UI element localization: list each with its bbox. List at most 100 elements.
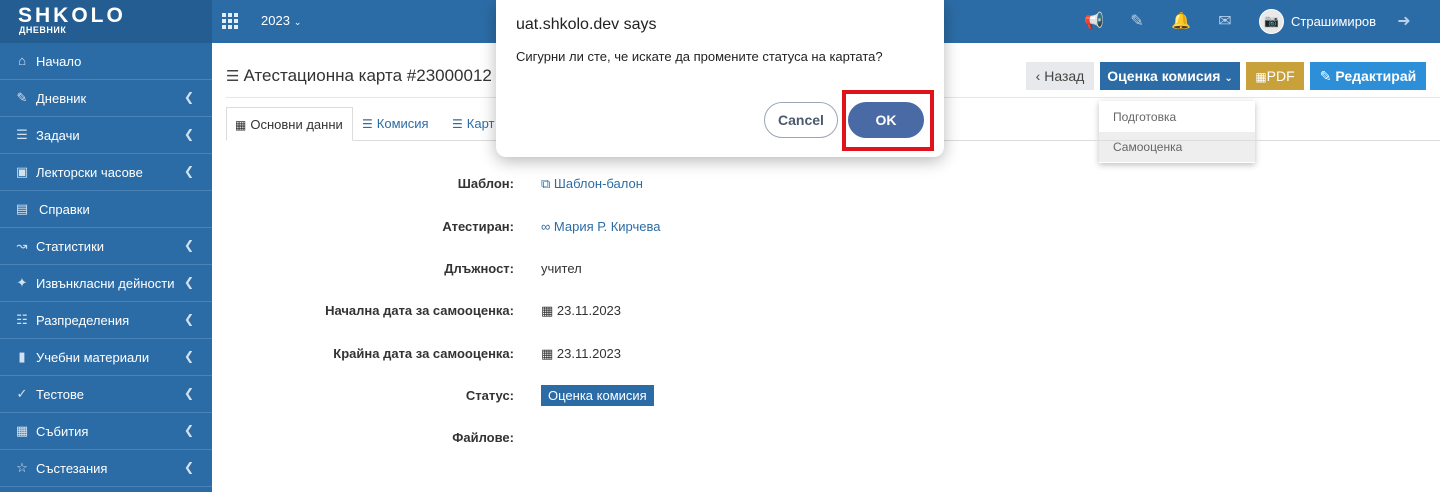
books-icon: ▮ — [18, 349, 26, 364]
end-date-value: 23.11.2023 — [556, 346, 622, 361]
status-badge: Оценка комисия — [541, 385, 654, 406]
chevron-left-icon: ‹ — [1035, 68, 1041, 84]
dialog-title: uat.shkolo.dev says — [516, 16, 657, 33]
list-icon: ☰ — [226, 68, 240, 85]
dropdown-item-self-assessment[interactable]: Самооценка — [1099, 132, 1255, 162]
sidebar-item-extracurricular[interactable]: ✦ Извънкласни дейности ❮ — [0, 265, 212, 302]
pdf-button[interactable]: ▦PDF — [1246, 62, 1304, 90]
page-title: ☰ Атестационна карта #23000012 — [226, 66, 492, 86]
chevron-left-icon: ❮ — [183, 275, 194, 289]
chevron-left-icon: ❮ — [183, 349, 194, 363]
edit-button-label: Редактирай — [1335, 68, 1417, 84]
megaphone-icon[interactable]: 📢 — [1083, 11, 1105, 33]
sidebar-item-label: Статистики — [36, 239, 105, 254]
chevron-left-icon: ❮ — [183, 423, 194, 437]
users-icon: ☰ — [362, 117, 373, 131]
avatar[interactable]: 📷 — [1259, 9, 1284, 34]
sidebar-item-label: Събития — [36, 424, 89, 439]
sidebar-item-tests[interactable]: ✓ Тестове ❮ — [0, 376, 212, 413]
edit-button[interactable]: ✎ Редактирай — [1310, 62, 1426, 90]
spellcheck-icon: ✓ — [16, 386, 28, 401]
chevron-left-icon: ❮ — [183, 386, 194, 400]
field-label-start-date: Начална дата за самооценка: — [325, 303, 514, 318]
calendar-icon: ▦ — [15, 423, 29, 438]
template-link[interactable]: ⧉ Шаблон-балон — [541, 176, 643, 192]
grid-icon: ▦ — [235, 118, 247, 132]
start-date-value: 23.11.2023 — [556, 303, 622, 318]
notebook-icon: ✎ — [16, 90, 28, 105]
glasses-icon: ∞ — [541, 219, 551, 234]
pdf-button-label: PDF — [1266, 68, 1295, 84]
start-date: ▦ 23.11.2023 — [541, 303, 621, 319]
sidebar-item-events[interactable]: ▦ Събития ❮ — [0, 413, 212, 450]
dropdown-item-preparation[interactable]: Подготовка — [1099, 102, 1255, 132]
attested-person-link[interactable]: ∞ Мария Р. Кирчева — [541, 219, 660, 234]
sidebar-item-label: Състезания — [36, 461, 108, 476]
runner-icon: ✦ — [16, 275, 28, 290]
bell-icon[interactable]: 🔔 — [1170, 11, 1192, 33]
chevron-left-icon: ❮ — [183, 164, 194, 178]
sidebar-item-materials[interactable]: ▮ Учебни материали ❮ — [0, 339, 212, 376]
back-button[interactable]: ‹ Назад — [1026, 62, 1094, 90]
tab-label: Основни данни — [250, 117, 343, 132]
position-value: учител — [541, 261, 582, 276]
year-selector[interactable]: 2023 ⌄ — [261, 13, 301, 28]
logout-icon[interactable]: ➜ — [1393, 11, 1415, 33]
sidebar-item-diary[interactable]: ✎ Дневник ❮ — [0, 80, 212, 117]
field-label-attested: Атестиран: — [442, 219, 514, 234]
cancel-button[interactable]: Cancel — [764, 102, 838, 138]
report-icon: ▤ — [15, 201, 29, 216]
sidebar-item-statistics[interactable]: ↝ Статистики ❮ — [0, 228, 212, 265]
sidebar-item-label: Тестове — [36, 387, 84, 402]
edit-icon: ✎ — [1319, 68, 1332, 84]
sidebar-item-label: Справки — [39, 202, 90, 217]
chevron-down-icon: ⌄ — [1224, 73, 1233, 84]
sidebar-item-label: Учебни материали — [36, 350, 150, 365]
tab-card[interactable]: ☰ Карт — [444, 107, 502, 141]
tab-commission[interactable]: ☰ Комисия — [354, 107, 437, 141]
sidebar-item-label: Лекторски часове — [36, 165, 143, 180]
sidebar-item-label: Начало — [36, 54, 82, 69]
chevron-left-icon: ❮ — [183, 238, 194, 252]
home-icon: ⌂ — [18, 53, 26, 68]
back-button-label: Назад — [1044, 68, 1085, 84]
sidebar: ⌂ Начало ✎ Дневник ❮ ☰ Задачи ❮ ▣ Лектор… — [0, 43, 212, 492]
sidebar-item-competitions[interactable]: ☆ Състезания ❮ — [0, 450, 212, 487]
page-title-text: Атестационна карта #23000012 — [243, 66, 492, 85]
file-pdf-icon: ▦ — [1255, 70, 1267, 84]
field-label-files: Файлове: — [452, 430, 514, 445]
status-dropdown-button[interactable]: Оценка комисия ⌄ — [1100, 62, 1240, 90]
sidebar-item-reports[interactable]: ▤ Справки — [0, 191, 212, 228]
status-button-label: Оценка комисия — [1107, 68, 1221, 84]
attested-value: Мария Р. Кирчева — [553, 219, 661, 234]
calendar-icon: ▦ — [541, 346, 554, 361]
list-icon: ☰ — [452, 117, 463, 131]
sidebar-item-lecture-hours[interactable]: ▣ Лекторски часове ❮ — [0, 154, 212, 191]
sidebar-item-label: Дневник — [36, 91, 87, 106]
field-label-template: Шаблон: — [457, 176, 514, 191]
apps-grid-icon[interactable] — [222, 13, 238, 29]
list-icon: ☷ — [16, 312, 28, 327]
logo[interactable]: SHKOLO ДНЕВНИК — [0, 0, 212, 43]
sidebar-item-distributions[interactable]: ☷ Разпределения ❮ — [0, 302, 212, 339]
sidebar-item-label: Разпределения — [36, 313, 130, 328]
username[interactable]: Страшимиров — [1291, 14, 1376, 29]
chevron-left-icon: ❮ — [183, 127, 194, 141]
trophy-icon: ☆ — [16, 460, 28, 475]
field-label-end-date: Крайна дата за самооценка: — [333, 346, 514, 361]
field-label-position: Длъжност: — [444, 261, 514, 276]
end-date: ▦ 23.11.2023 — [541, 346, 621, 362]
chevron-down-icon: ⌄ — [293, 17, 302, 27]
dialog-message: Сигурни ли сте, че искате да промените с… — [516, 49, 883, 64]
template-value: Шаблон-балон — [553, 176, 643, 191]
chart-icon: ↝ — [16, 238, 28, 253]
tab-label: Комисия — [376, 116, 429, 131]
copy-icon: ⧉ — [541, 176, 551, 191]
sidebar-item-home[interactable]: ⌂ Начало — [0, 43, 212, 80]
envelope-icon[interactable]: ✉ — [1214, 11, 1236, 33]
sidebar-item-label: Задачи — [36, 128, 80, 143]
tab-main-data[interactable]: ▦ Основни данни — [226, 107, 353, 141]
sidebar-item-tasks[interactable]: ☰ Задачи ❮ — [0, 117, 212, 154]
chevron-left-icon: ❮ — [183, 90, 194, 104]
edit-icon[interactable]: ✎ — [1126, 11, 1148, 33]
